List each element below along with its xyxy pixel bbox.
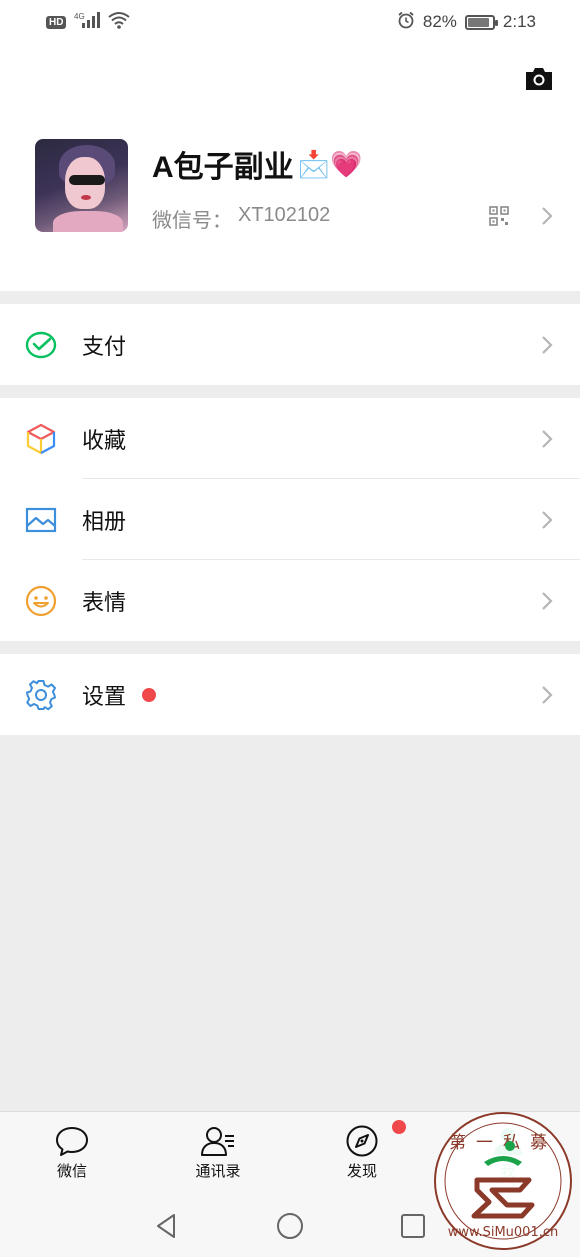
nickname: A包子副业 📩💗: [152, 142, 362, 186]
compass-icon: [344, 1120, 406, 1158]
wifi-icon: [108, 11, 131, 34]
chevron-right-icon[interactable]: [540, 205, 554, 232]
menu-group-pay: 支付: [0, 304, 580, 385]
avatar[interactable]: [35, 139, 128, 232]
tab-discover[interactable]: 发现: [322, 1120, 406, 1181]
status-time: 2:13: [502, 12, 536, 31]
home-icon[interactable]: [275, 1211, 305, 1241]
tab-label-contacts: 通讯录: [195, 1163, 241, 1180]
gear-icon: [24, 678, 58, 712]
wechat-id-value: XT102102: [238, 204, 331, 226]
qr-code-icon[interactable]: [489, 206, 509, 226]
menu-item-stickers[interactable]: 表情: [0, 560, 580, 641]
menu-label-album: 相册: [82, 508, 127, 534]
nickname-emoji: 📩💗: [297, 148, 363, 179]
hd-badge: HD: [46, 15, 67, 29]
battery-icon: [464, 14, 498, 30]
menu-label-stickers: 表情: [82, 589, 127, 615]
profile-header[interactable]: A包子副业 📩💗 微信号： XT102102: [0, 44, 580, 291]
menu-label-favorites: 收藏: [82, 427, 127, 453]
nickname-text: A包子副业: [152, 151, 294, 184]
status-right: 82% 2:13: [397, 11, 536, 34]
smiley-icon: [24, 584, 58, 618]
notification-dot: [142, 688, 156, 702]
tab-contacts[interactable]: 通讯录: [178, 1124, 258, 1181]
menu-label-pay: 支付: [82, 333, 127, 359]
chevron-right-icon: [540, 334, 554, 361]
contacts-icon: [200, 1124, 236, 1158]
chevron-right-icon: [540, 509, 554, 536]
wechat-id-label: 微信号：: [152, 210, 232, 232]
wallet-icon: [24, 328, 58, 362]
menu-label-settings: 设置: [82, 683, 127, 709]
watermark-text-top: 第一私募: [449, 1133, 557, 1153]
menu-item-favorites[interactable]: 收藏: [0, 398, 580, 479]
menu-item-pay[interactable]: 支付: [0, 304, 580, 385]
image-icon: [24, 503, 58, 537]
wechat-id: 微信号： XT102102: [152, 204, 330, 233]
status-bar: HD 4G 82% 2:13: [0, 0, 580, 44]
battery-percent: 82%: [422, 12, 457, 31]
chevron-right-icon: [540, 428, 554, 455]
network-type: 4G: [74, 12, 85, 21]
alarm-icon: [397, 11, 415, 34]
signal-icon: 4G: [74, 11, 101, 34]
watermark-seal: 第一私募 www.SiMu001.cn: [432, 1110, 574, 1252]
menu-group-content: 收藏 相册 表情: [0, 398, 580, 641]
watermark-text-bottom: www.SiMu001.cn: [448, 1225, 559, 1240]
tab-label-discover: 发现: [346, 1163, 377, 1180]
menu-group-settings: 设置: [0, 654, 580, 735]
status-left: HD 4G: [46, 11, 131, 34]
chevron-right-icon: [540, 590, 554, 617]
back-icon[interactable]: [152, 1211, 182, 1241]
menu-item-album[interactable]: 相册: [0, 479, 580, 560]
camera-icon[interactable]: [524, 66, 554, 92]
recents-icon[interactable]: [398, 1211, 428, 1241]
chevron-right-icon: [540, 684, 554, 711]
chat-bubble-icon: [54, 1124, 90, 1158]
cube-icon: [24, 422, 58, 456]
menu-item-settings[interactable]: 设置: [0, 654, 580, 735]
tab-chats[interactable]: 微信: [32, 1124, 112, 1181]
discover-notification-dot: [392, 1120, 406, 1134]
tab-label-chats: 微信: [56, 1163, 87, 1180]
